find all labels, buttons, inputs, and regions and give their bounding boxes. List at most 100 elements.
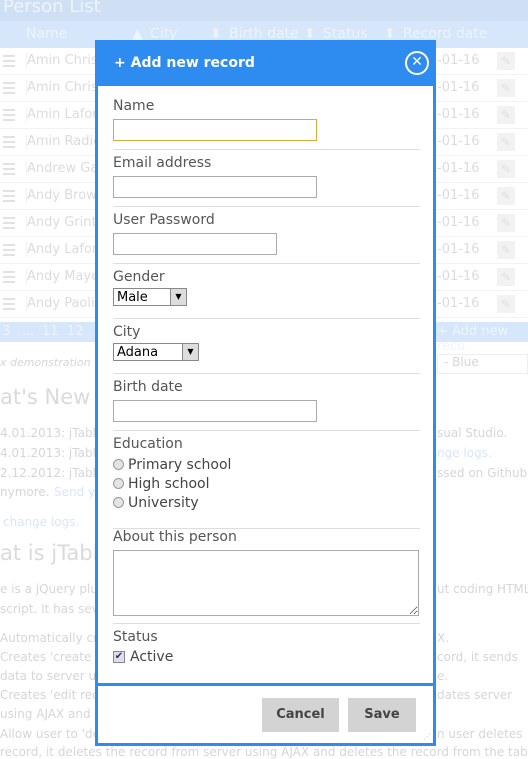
about-label: About this person bbox=[113, 529, 237, 545]
theme-select[interactable]: - Blue bbox=[437, 354, 528, 374]
news-item: 4.01.2013: jTable bbox=[0, 446, 104, 460]
column-name[interactable]: Name bbox=[26, 26, 67, 42]
desc-line: ssed on Github bbox=[437, 466, 528, 480]
field-name: Name bbox=[113, 98, 420, 150]
desc-line: ut coding HTML bbox=[437, 582, 528, 596]
radio-high-school[interactable]: High school bbox=[113, 474, 420, 493]
row-name: Andrew Ga bbox=[26, 161, 99, 176]
row-record-date: -01-16 bbox=[437, 53, 480, 68]
drag-handle-icon[interactable] bbox=[3, 217, 15, 229]
desc-line: e is a jQuery plug bbox=[0, 582, 106, 596]
gender-select[interactable]: Male ▼ bbox=[113, 288, 187, 306]
page-ellipsis: ... bbox=[22, 324, 35, 339]
gender-label: Gender bbox=[113, 269, 165, 285]
desc-line: data to server us bbox=[0, 669, 103, 683]
about-textarea[interactable] bbox=[113, 550, 419, 616]
active-label: Active bbox=[130, 649, 174, 665]
gender-value: Male bbox=[117, 289, 148, 305]
edit-icon[interactable]: ✎ bbox=[497, 160, 515, 178]
radio-university[interactable]: University bbox=[113, 493, 420, 512]
page-3[interactable]: 3 bbox=[2, 324, 10, 339]
add-record-dialog: + Add new record ✕ Name Email address Us… bbox=[95, 40, 436, 746]
dialog-footer: Cancel Save ⋰ bbox=[98, 683, 433, 743]
desc-line: sual Studio. bbox=[437, 426, 508, 440]
desc-line: script. It has sev bbox=[0, 602, 99, 616]
row-record-date: -01-16 bbox=[437, 269, 480, 284]
edit-icon[interactable]: ✎ bbox=[497, 214, 515, 232]
dialog-title: + Add new record bbox=[114, 55, 255, 71]
desc-line: record, it deletes the record from serve… bbox=[0, 745, 528, 759]
drag-handle-icon[interactable] bbox=[3, 244, 15, 256]
education-label: Education bbox=[113, 436, 183, 452]
edit-icon[interactable]: ✎ bbox=[497, 268, 515, 286]
news-item: 4.01.2013: jTable bbox=[0, 426, 104, 440]
close-circle-icon[interactable]: ✕ bbox=[405, 51, 429, 75]
send-link[interactable]: Send y bbox=[54, 485, 95, 499]
edit-icon[interactable]: ✎ bbox=[497, 241, 515, 259]
row-record-date: -01-16 bbox=[437, 161, 480, 176]
field-education: Education Primary school High school Uni… bbox=[113, 436, 420, 529]
row-name: Amin Radic bbox=[26, 134, 101, 149]
desc-line: Automatically cre bbox=[0, 631, 106, 645]
change-logs-link[interactable]: change logs. bbox=[3, 515, 79, 529]
radio-label: University bbox=[128, 494, 199, 511]
edit-icon[interactable]: ✎ bbox=[497, 133, 515, 151]
active-checkbox[interactable]: ✔ Active bbox=[113, 649, 420, 665]
news-item: nymore. bbox=[0, 485, 50, 499]
row-record-date: -01-16 bbox=[437, 215, 480, 230]
name-label: Name bbox=[113, 98, 155, 114]
name-input[interactable] bbox=[113, 119, 317, 141]
row-name: Andy Paolin bbox=[26, 296, 103, 311]
desc-line: n user deletes bbox=[437, 727, 523, 741]
desc-line: Creates 'create r bbox=[0, 650, 101, 664]
edit-icon[interactable]: ✎ bbox=[497, 295, 515, 313]
drag-handle-icon[interactable] bbox=[3, 82, 15, 94]
field-status: Status ✔ Active bbox=[113, 629, 420, 679]
radio-primary-school[interactable]: Primary school bbox=[113, 455, 420, 474]
city-select[interactable]: Adana ▼ bbox=[113, 343, 199, 361]
edit-icon[interactable]: ✎ bbox=[497, 106, 515, 124]
cancel-button[interactable]: Cancel bbox=[262, 698, 339, 732]
drag-handle-icon[interactable] bbox=[3, 271, 15, 283]
row-name: Amin Christ bbox=[26, 53, 103, 68]
radio-label: High school bbox=[128, 475, 210, 492]
row-name: Andy Brown bbox=[26, 188, 106, 203]
row-name: Amin Lafore bbox=[26, 107, 106, 122]
birth-date-input[interactable] bbox=[113, 400, 317, 422]
save-button[interactable]: Save bbox=[348, 698, 416, 732]
add-new-record-link[interactable]: + Add new reco bbox=[437, 324, 528, 354]
row-name: Andy Mayer bbox=[26, 269, 105, 284]
edit-icon[interactable]: ✎ bbox=[497, 79, 515, 97]
drag-handle-icon[interactable] bbox=[3, 163, 15, 175]
table-title: Person List bbox=[0, 0, 528, 21]
edit-icon[interactable]: ✎ bbox=[497, 187, 515, 205]
drag-handle-icon[interactable] bbox=[3, 190, 15, 202]
page-12[interactable]: 12 bbox=[67, 324, 84, 339]
drag-handle-icon[interactable] bbox=[3, 109, 15, 121]
birth-date-label: Birth date bbox=[113, 379, 183, 395]
whats-new-heading: at's New bbox=[0, 385, 91, 409]
dropdown-arrow-icon: ▼ bbox=[170, 289, 186, 305]
field-gender: Gender Male ▼ bbox=[113, 269, 420, 319]
page-11[interactable]: 11 bbox=[42, 324, 59, 339]
password-label: User Password bbox=[113, 212, 215, 228]
drag-handle-icon[interactable] bbox=[3, 55, 15, 67]
city-value: Adana bbox=[117, 344, 159, 360]
field-city: City Adana ▼ bbox=[113, 324, 420, 374]
drag-handle-icon[interactable] bbox=[3, 136, 15, 148]
row-name: Amin Christ bbox=[26, 80, 103, 95]
field-email: Email address bbox=[113, 155, 420, 207]
row-record-date: -01-16 bbox=[437, 188, 480, 203]
row-record-date: -01-16 bbox=[437, 107, 480, 122]
city-label: City bbox=[113, 324, 141, 340]
news-item: 2.12.2012: jTable bbox=[0, 466, 104, 480]
edit-icon[interactable]: ✎ bbox=[497, 52, 515, 70]
field-about: About this person bbox=[113, 529, 420, 624]
email-input[interactable] bbox=[113, 176, 317, 198]
resize-grip-icon[interactable]: ⋰ bbox=[423, 732, 431, 741]
drag-handle-icon[interactable] bbox=[3, 298, 15, 310]
desc-line: e. bbox=[437, 669, 449, 683]
radio-icon bbox=[113, 478, 124, 489]
password-input[interactable] bbox=[113, 233, 277, 255]
change-logs-link[interactable]: nge logs. bbox=[437, 446, 492, 460]
